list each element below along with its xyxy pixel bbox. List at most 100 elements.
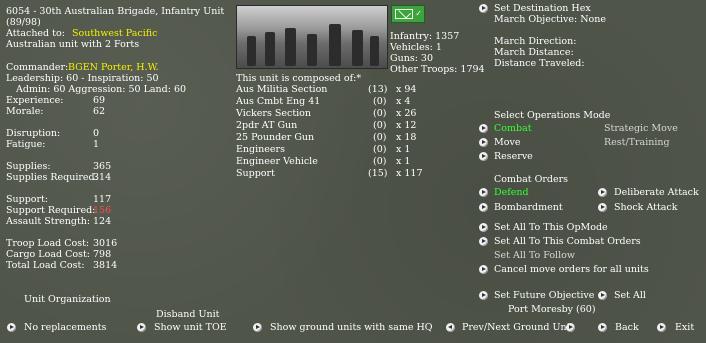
composition-row-count: x 94: [396, 84, 417, 95]
admin-stats: Admin: 60 Aggression: 50 Land: 60: [16, 84, 187, 95]
march-distance: March Distance:: [494, 47, 574, 58]
supplies-value: 365: [93, 161, 112, 172]
set-all-arrow-icon[interactable]: [598, 291, 607, 300]
experience-label: Experience:: [6, 95, 64, 106]
cargo-load-value: 798: [93, 249, 112, 260]
defend-arrow-icon[interactable]: [479, 188, 488, 197]
composition-row-damaged: (0): [373, 156, 387, 167]
prev-unit-arrow-icon[interactable]: [446, 323, 455, 332]
composition-row-damaged: (0): [373, 132, 387, 143]
infantry-count: Infantry: 1357: [390, 31, 460, 42]
composition-row-name[interactable]: 25 Pounder Gun: [236, 132, 314, 143]
combat-arrow-icon[interactable]: [479, 124, 488, 133]
guns-count: Guns: 30: [390, 53, 434, 64]
order-defend[interactable]: Defend: [494, 187, 529, 198]
shock-attack-arrow-icon[interactable]: [598, 203, 607, 212]
composition-row-count: x 4: [396, 96, 411, 107]
exit-arrow-icon[interactable]: [657, 323, 666, 332]
order-bombardment[interactable]: Bombardment: [494, 202, 563, 213]
commander-name[interactable]: BGEN Porter, H.W.: [68, 62, 159, 73]
morale-label: Morale:: [6, 106, 44, 117]
deliberate-attack-arrow-icon[interactable]: [598, 188, 607, 197]
composition-row-name[interactable]: Engineers: [236, 144, 285, 155]
set-all-opmode-button[interactable]: Set All To This OpMode: [494, 222, 608, 233]
set-destination-arrow-icon[interactable]: [479, 4, 488, 13]
cargo-load-label: Cargo Load Cost:: [6, 249, 90, 260]
order-deliberate-attack[interactable]: Deliberate Attack: [614, 187, 699, 198]
unit-organization-label: Unit Organization: [24, 294, 111, 305]
show-ground-units-button[interactable]: Show ground units with same HQ: [270, 322, 433, 333]
experience-value: 69: [93, 95, 106, 106]
other-troops-count: Other Troops: 1794: [390, 64, 485, 75]
attached-value[interactable]: Southwest Pacific: [72, 28, 157, 39]
composition-row-damaged: (0): [373, 144, 387, 155]
troop-load-value: 3016: [93, 238, 118, 249]
set-destination-button[interactable]: Set Destination Hex: [494, 3, 591, 14]
opmode-reserve[interactable]: Reserve: [494, 151, 533, 162]
commander-label: Commander:: [6, 62, 69, 73]
composition-row-count: x 26: [396, 108, 417, 119]
exit-button[interactable]: Exit: [675, 322, 694, 333]
supplies-label: Supplies:: [6, 161, 51, 172]
composition-row-name[interactable]: Aus Cmbt Eng 41: [236, 96, 320, 107]
bombardment-arrow-icon[interactable]: [479, 203, 488, 212]
set-all-follow-button[interactable]: Set All To Follow: [494, 250, 575, 261]
total-load-value: 3814: [93, 260, 118, 271]
opmode-move[interactable]: Move: [494, 137, 520, 148]
no-replacements-button[interactable]: No replacements: [24, 322, 106, 333]
composition-heading: This unit is composed of:*: [236, 73, 362, 84]
troop-load-label: Troop Load Cost:: [6, 238, 90, 249]
unit-description: Australian unit with 2 Forts: [6, 39, 140, 50]
show-toe-arrow-icon[interactable]: [137, 323, 146, 332]
composition-row-name[interactable]: Support: [236, 168, 275, 179]
disruption-label: Disruption:: [6, 128, 61, 139]
future-objective-value: Port Moresby (60): [508, 304, 596, 315]
composition-row-name[interactable]: 2pdr AT Gun: [236, 120, 297, 131]
set-all-opmode-arrow-icon[interactable]: [479, 223, 488, 232]
back-arrow-icon[interactable]: [598, 323, 607, 332]
supplies-required-value: 314: [93, 172, 112, 183]
show-unit-toe-button[interactable]: Show unit TOE: [154, 322, 227, 333]
assault-strength-label: Assault Strength:: [6, 216, 91, 227]
composition-row-damaged: (0): [373, 96, 387, 107]
composition-row-count: x 12: [396, 120, 417, 131]
reserve-arrow-icon[interactable]: [479, 152, 488, 161]
message-envelope-icon[interactable]: ✓: [391, 5, 425, 23]
assault-strength-value: 124: [93, 216, 112, 227]
set-all-combat-orders-button[interactable]: Set All To This Combat Orders: [494, 236, 641, 247]
support-required-value: 156: [93, 205, 112, 216]
leadership-stats: Leadership: 60 - Inspiration: 50: [6, 73, 159, 84]
next-unit-arrow-icon[interactable]: [566, 323, 575, 332]
cancel-move-arrow-icon[interactable]: [479, 265, 488, 274]
composition-row-count: x 1: [396, 144, 411, 155]
support-value: 117: [93, 194, 112, 205]
no-replacements-arrow-icon[interactable]: [7, 323, 16, 332]
disruption-value: 0: [93, 128, 100, 139]
composition-row-count: x 18: [396, 132, 417, 143]
vehicles-count: Vehicles: 1: [390, 42, 442, 53]
supplies-required-label: Supplies Required:: [6, 172, 98, 183]
show-ground-units-arrow-icon[interactable]: [253, 323, 262, 332]
set-future-objective-button[interactable]: Set Future Objective: [494, 290, 594, 301]
opmode-heading: Select Operations Mode: [494, 110, 611, 121]
cancel-move-orders-button[interactable]: Cancel move orders for all units: [494, 264, 649, 275]
fatigue-label: Fatigue:: [6, 139, 46, 150]
unit-photo: [236, 5, 388, 69]
set-future-objective-arrow-icon[interactable]: [479, 291, 488, 300]
opmode-combat[interactable]: Combat: [494, 123, 532, 134]
opmode-rest-training[interactable]: Rest/Training: [604, 137, 670, 148]
composition-row-name[interactable]: Vickers Section: [236, 108, 311, 119]
move-arrow-icon[interactable]: [479, 138, 488, 147]
composition-row-count: x 1: [396, 156, 411, 167]
support-required-label: Support Required:: [6, 205, 96, 216]
morale-value: 62: [93, 106, 106, 117]
composition-row-name[interactable]: Engineer Vehicle: [236, 156, 318, 167]
unit-coords: (89/98): [6, 17, 41, 28]
support-label: Support:: [6, 194, 49, 205]
opmode-strategic-move[interactable]: Strategic Move: [604, 123, 678, 134]
set-all-button[interactable]: Set All: [614, 290, 646, 301]
set-all-combat-arrow-icon[interactable]: [479, 237, 488, 246]
back-button[interactable]: Back: [615, 322, 639, 333]
order-shock-attack[interactable]: Shock Attack: [614, 202, 678, 213]
composition-row-name[interactable]: Aus Militia Section: [236, 84, 327, 95]
